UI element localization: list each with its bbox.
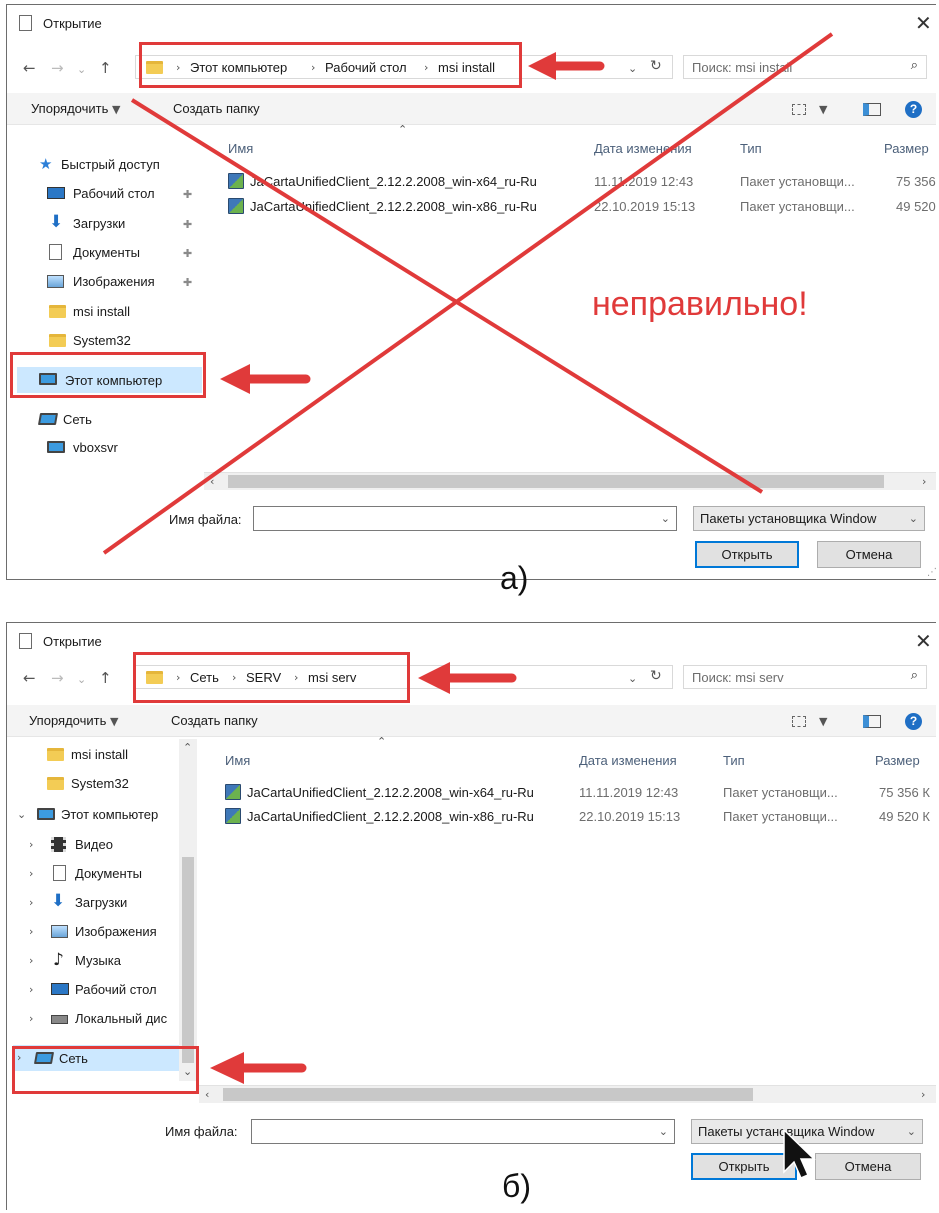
caption-a: а)	[500, 560, 529, 596]
cross-line	[102, 32, 834, 555]
arrow-icon	[220, 364, 311, 394]
mouse-cursor-icon	[783, 1128, 816, 1179]
annotation-layer	[102, 32, 834, 555]
cross-line	[130, 98, 764, 494]
caption-b: б)	[502, 1168, 531, 1204]
annotation-layer	[210, 662, 816, 1179]
arrow-icon	[528, 52, 605, 80]
arrow-icon	[210, 1052, 307, 1084]
arrow-icon	[418, 662, 517, 694]
